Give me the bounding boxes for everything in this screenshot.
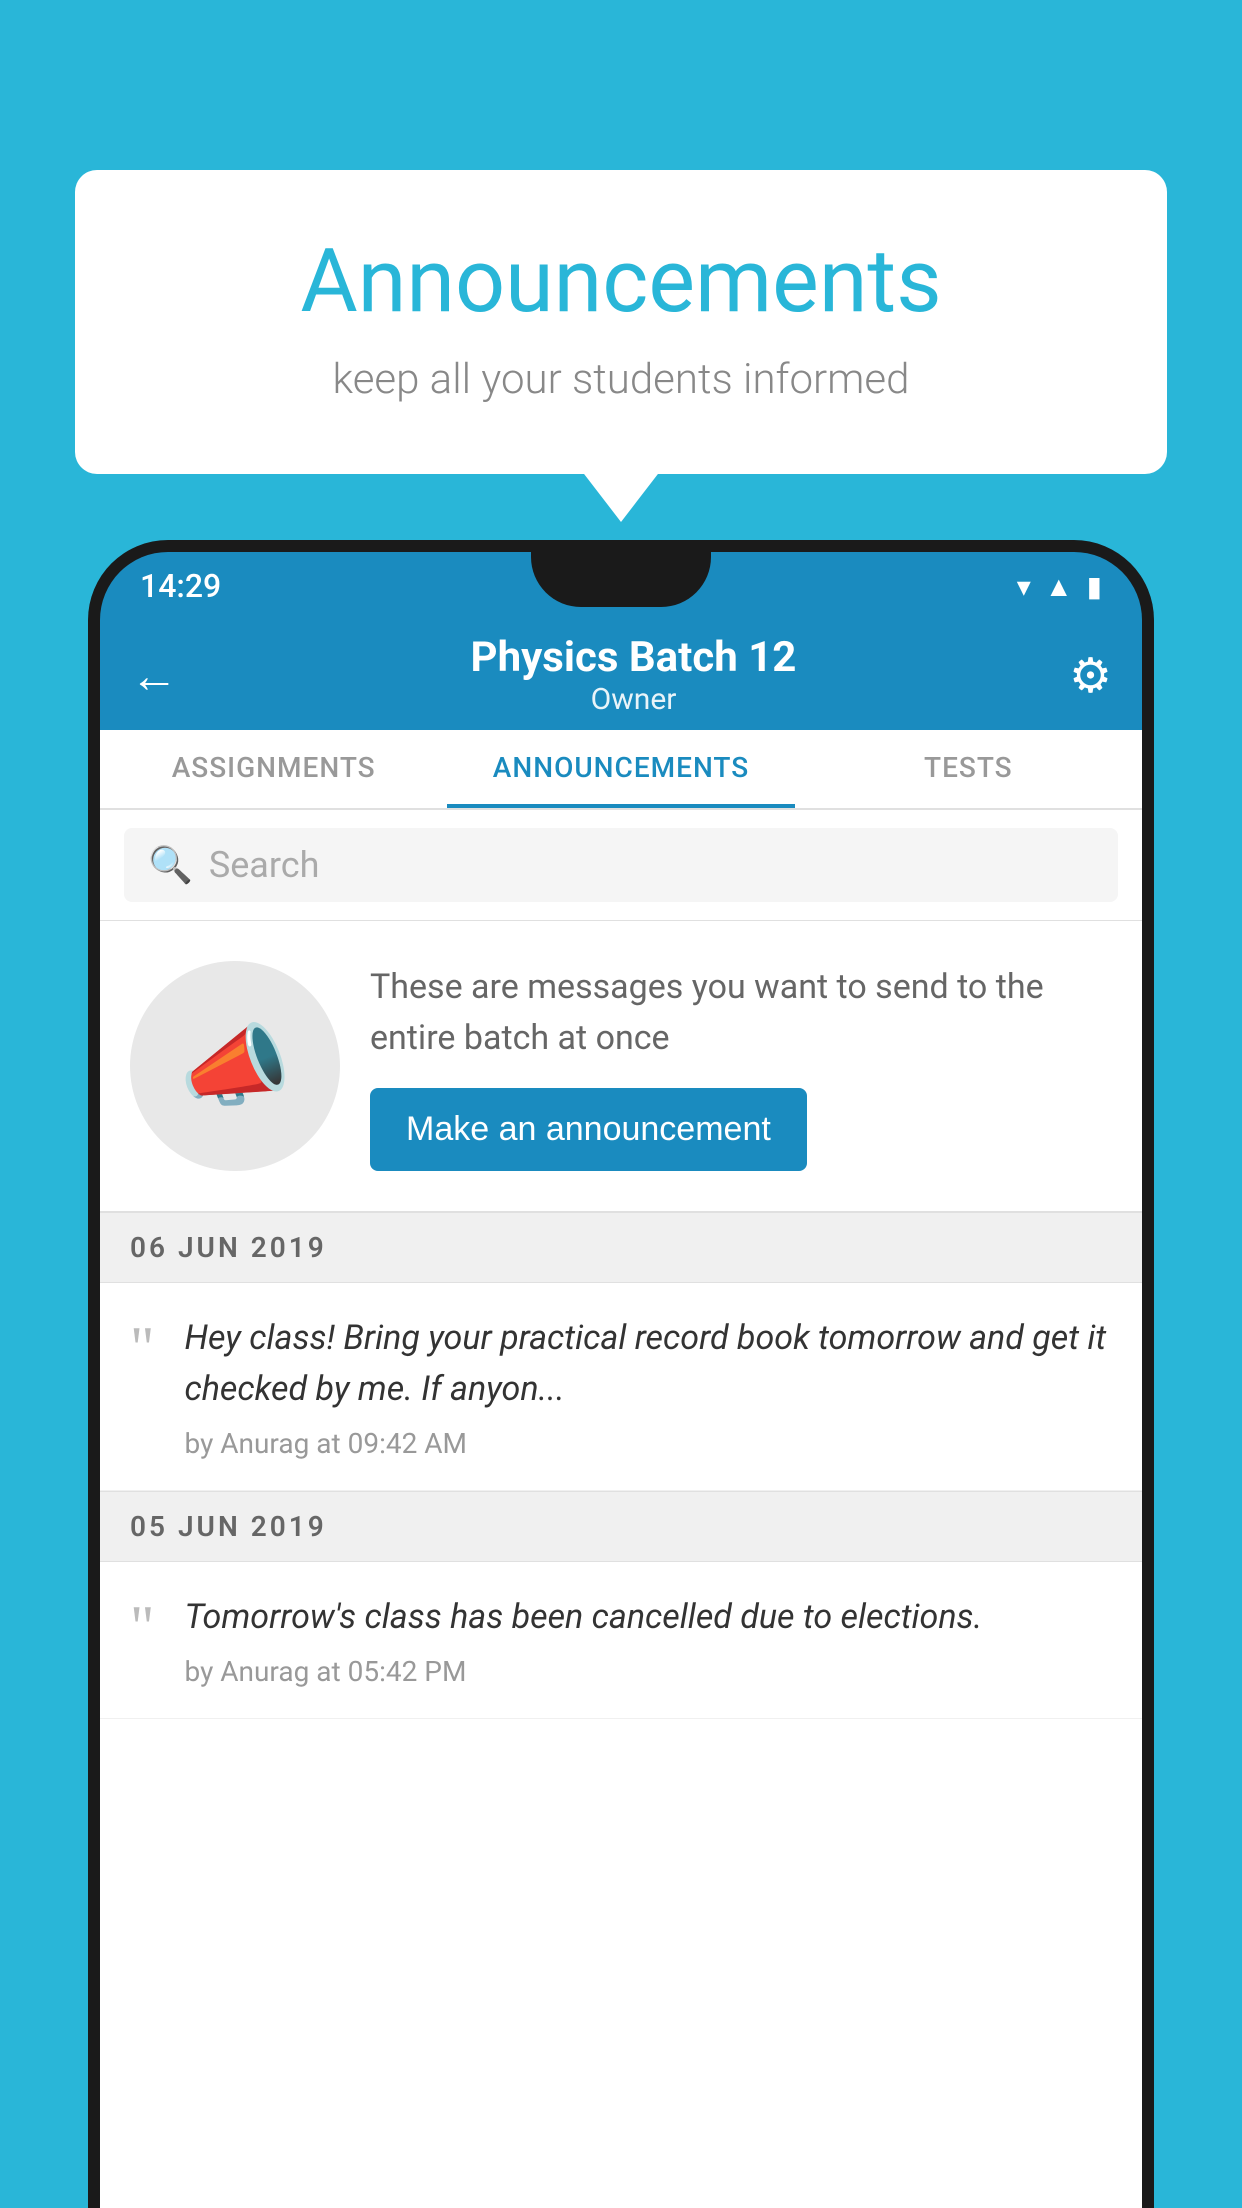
date-divider-1: 06 JUN 2019 [100, 1212, 1142, 1283]
app-bar-title: Physics Batch 12 [198, 633, 1069, 682]
app-bar-subtitle: Owner [198, 682, 1069, 717]
settings-icon[interactable]: ⚙ [1069, 647, 1112, 704]
bubble-subtitle: keep all your students informed [155, 355, 1087, 404]
bubble-title: Announcements [155, 230, 1087, 333]
announcement-meta-1: by Anurag at 09:42 AM [185, 1427, 1113, 1460]
promo-icon-circle: 📣 [130, 961, 340, 1171]
date-divider-2: 05 JUN 2019 [100, 1491, 1142, 1562]
app-bar-center: Physics Batch 12 Owner [198, 633, 1069, 717]
speech-bubble-container: Announcements keep all your students inf… [75, 170, 1167, 474]
announcement-item-1: " Hey class! Bring your practical record… [100, 1283, 1142, 1491]
phone-screen: 14:29 ▾ ▲ ▮ ← Physics Batch 12 Owner ⚙ [100, 552, 1142, 2208]
status-time: 14:29 [140, 567, 221, 605]
status-icons: ▾ ▲ ▮ [1017, 570, 1102, 603]
content-area: 🔍 Search 📣 These are messages you want t… [100, 810, 1142, 2208]
promo-text: These are messages you want to send to t… [370, 962, 1112, 1064]
tab-tests[interactable]: TESTS [795, 730, 1142, 808]
quote-icon-2: " [130, 1597, 155, 1657]
megaphone-icon: 📣 [179, 1014, 291, 1119]
announcement-text-2: Tomorrow's class has been cancelled due … [185, 1592, 1113, 1643]
promo-right: These are messages you want to send to t… [370, 962, 1112, 1171]
phone-inner: 14:29 ▾ ▲ ▮ ← Physics Batch 12 Owner ⚙ [100, 552, 1142, 2208]
announcement-body-1: Hey class! Bring your practical record b… [185, 1313, 1113, 1460]
phone-device: 14:29 ▾ ▲ ▮ ← Physics Batch 12 Owner ⚙ [88, 540, 1154, 2208]
signal-icon: ▲ [1045, 570, 1073, 603]
tab-assignments[interactable]: ASSIGNMENTS [100, 730, 447, 808]
search-input-wrapper[interactable]: 🔍 Search [124, 828, 1118, 902]
announcement-body-2: Tomorrow's class has been cancelled due … [185, 1592, 1113, 1688]
announcement-meta-2: by Anurag at 05:42 PM [185, 1655, 1113, 1688]
tab-announcements[interactable]: ANNOUNCEMENTS [447, 730, 794, 808]
back-button[interactable]: ← [130, 647, 178, 704]
tab-bar: ASSIGNMENTS ANNOUNCEMENTS TESTS [100, 730, 1142, 810]
wifi-icon: ▾ [1017, 570, 1031, 603]
battery-icon: ▮ [1087, 570, 1102, 603]
speech-bubble: Announcements keep all your students inf… [75, 170, 1167, 474]
app-bar: ← Physics Batch 12 Owner ⚙ [100, 620, 1142, 730]
search-placeholder: Search [209, 844, 320, 886]
announcement-text-1: Hey class! Bring your practical record b… [185, 1313, 1113, 1415]
make-announcement-button[interactable]: Make an announcement [370, 1088, 807, 1171]
promo-section: 📣 These are messages you want to send to… [100, 921, 1142, 1212]
search-icon: 🔍 [148, 844, 193, 886]
announcement-item-2: " Tomorrow's class has been cancelled du… [100, 1562, 1142, 1719]
notch [531, 552, 711, 607]
status-bar: 14:29 ▾ ▲ ▮ [100, 552, 1142, 620]
quote-icon-1: " [130, 1318, 155, 1378]
search-bar: 🔍 Search [100, 810, 1142, 921]
